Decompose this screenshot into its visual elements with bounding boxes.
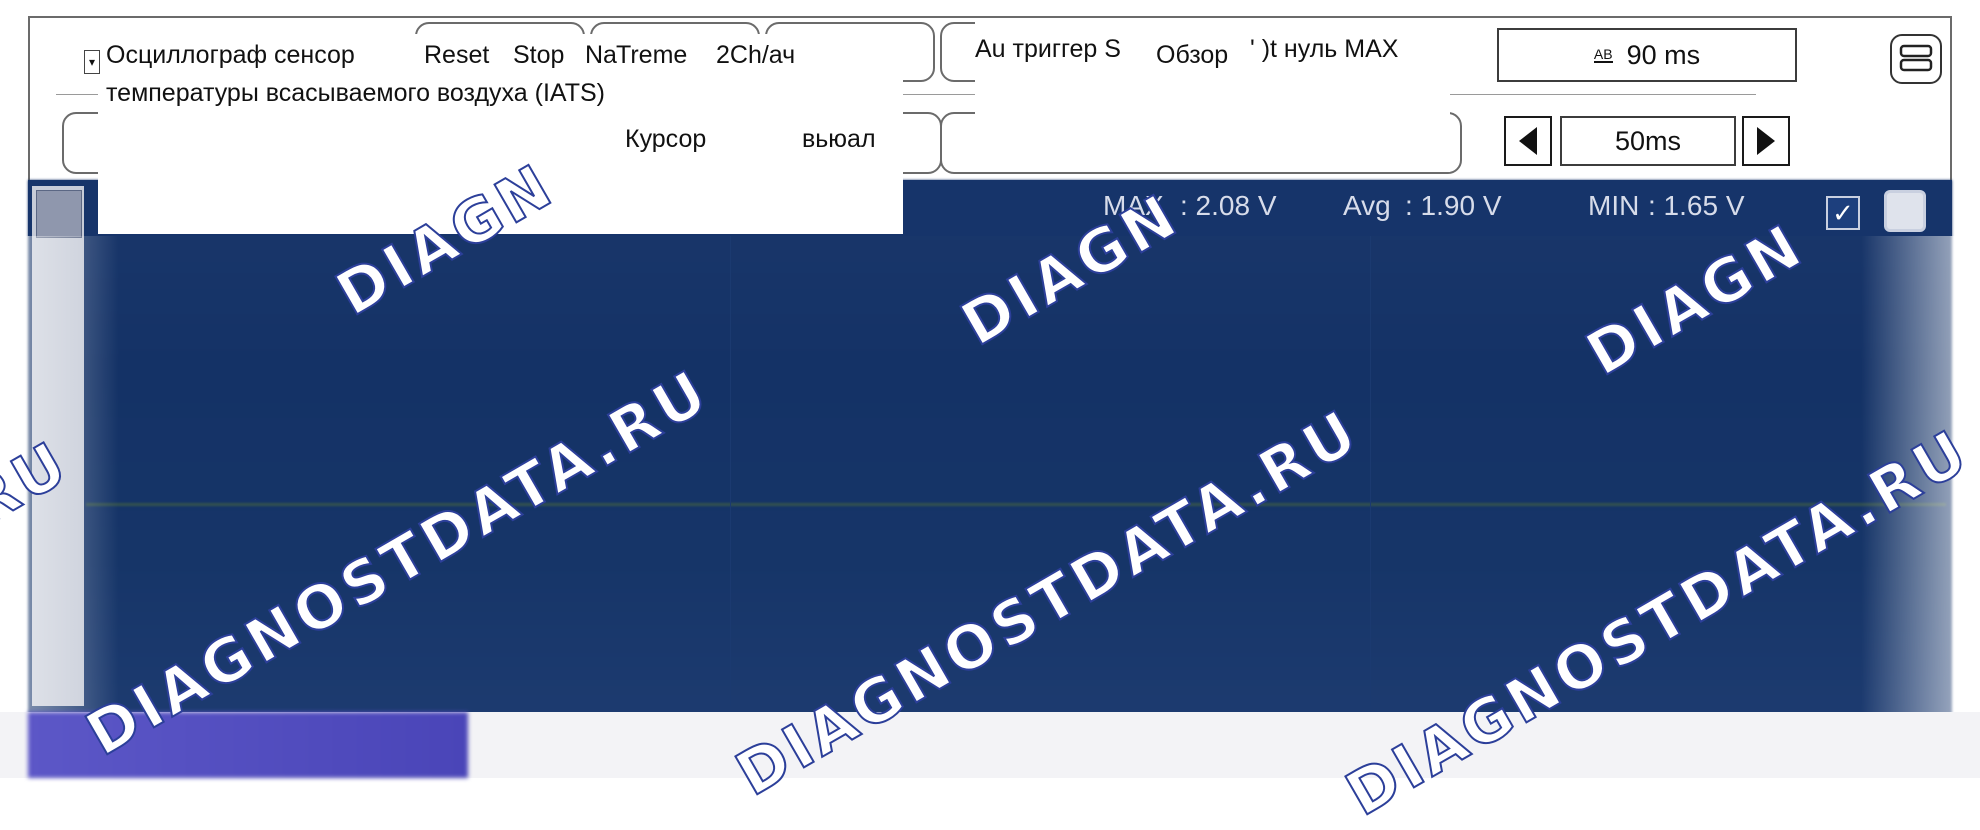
na-button[interactable]: Na [585, 40, 617, 70]
overview-button[interactable]: Обзор [1152, 40, 1233, 70]
cursor-button[interactable]: Курсор [625, 124, 706, 154]
menu-icon [1899, 44, 1933, 72]
checkbox-icon: ✓ [1832, 197, 1854, 228]
channel-button[interactable]: 2Ch/ач [716, 40, 795, 70]
secondary-checkbox[interactable] [1884, 190, 1926, 232]
left-arrow-icon [1519, 127, 1537, 155]
avg-value: : 1.90 V [1405, 190, 1502, 221]
scope-scroll-thumb[interactable] [36, 190, 82, 238]
reset-button[interactable]: Reset [424, 40, 489, 70]
time-div-value: 50ms [1614, 125, 1682, 156]
window-title-line2: температуры всасываемого воздуха (IATS) [106, 79, 605, 107]
window-title-line1: Осциллограф сенсор [106, 41, 355, 69]
avg-label: Avg [1343, 190, 1391, 221]
ab-icon: AB [1593, 46, 1613, 63]
time-div-field[interactable]: 50ms [1560, 116, 1736, 166]
ab-time-box[interactable]: AB 90 ms [1497, 28, 1797, 82]
menu-button[interactable] [1890, 34, 1942, 84]
view-button[interactable]: вьюал [802, 124, 876, 154]
auto-trigger-button[interactable]: Au триггер S [975, 34, 1121, 64]
zero-max-button[interactable]: ' )t нуль MAX [1250, 34, 1398, 64]
min-value: : 1.65 V [1648, 190, 1745, 221]
treme-button[interactable]: Treme [616, 40, 687, 70]
right-arrow-icon [1757, 127, 1775, 155]
time-div-decrease-button[interactable] [1504, 116, 1552, 166]
max-value: : 2.08 V [1180, 190, 1277, 221]
ab-time-value: 90 ms [1626, 39, 1701, 70]
stop-button[interactable]: Stop [513, 40, 564, 70]
channel-checkbox[interactable]: ✓ [1826, 196, 1860, 230]
min-label: MIN [1588, 190, 1640, 221]
time-div-increase-button[interactable] [1742, 116, 1790, 166]
title-dropdown-icon[interactable]: ▾ [84, 50, 100, 74]
